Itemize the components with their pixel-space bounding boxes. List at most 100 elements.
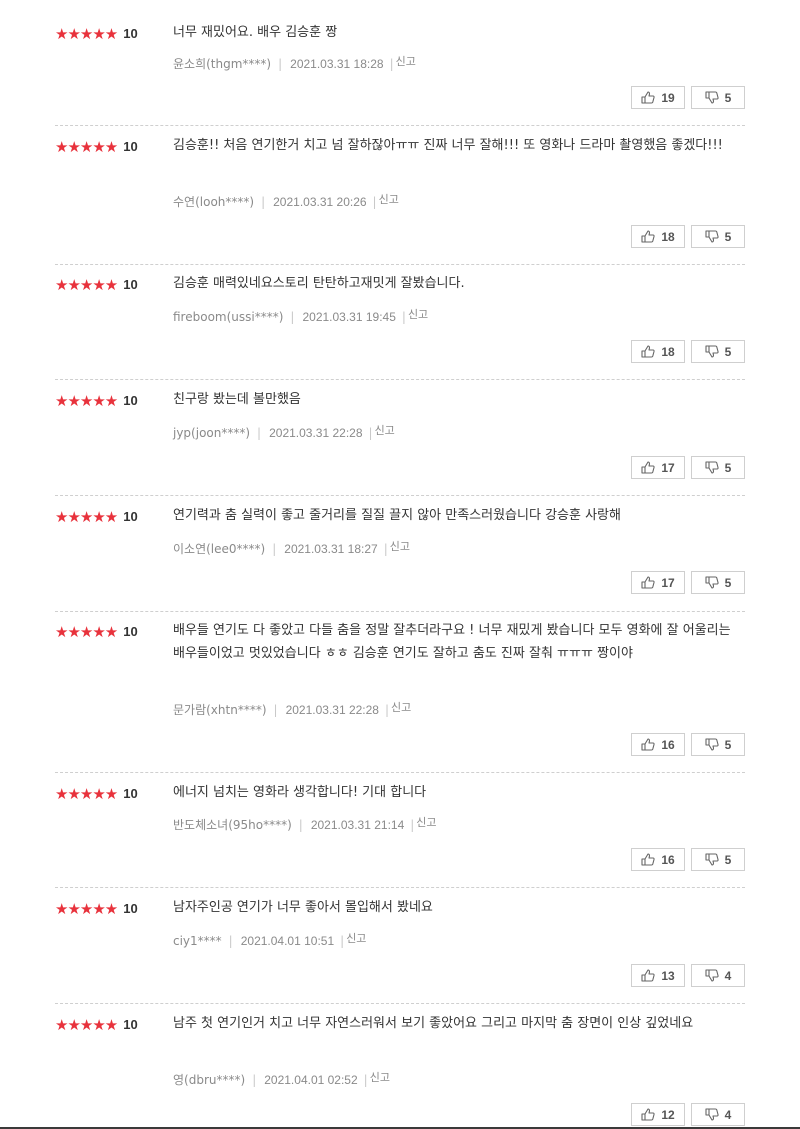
- dislike-button[interactable]: 4: [691, 1103, 745, 1126]
- rating: ★★★★★ 10: [55, 1015, 138, 1035]
- rating-score: 10: [123, 139, 138, 154]
- review-item: ★★★★★ 10 너무 재밌어요. 배우 김승훈 짱 윤소희(thgm****)…: [55, 25, 745, 110]
- dislike-button[interactable]: 5: [691, 340, 745, 363]
- thumbs-down-icon: [705, 461, 719, 474]
- meta-divider: |: [340, 934, 345, 948]
- review-meta: 이소연(lee0****) | 2021.03.31 18:27 | 신고: [173, 540, 410, 558]
- review-text: 남주 첫 연기인거 치고 너무 자연스러워서 보기 좋았어요 그리고 마지막 춤…: [173, 1016, 694, 1031]
- review-meta: 수연(looh****) | 2021.03.31 20:26 | 신고: [173, 193, 399, 211]
- dislike-button[interactable]: 5: [691, 225, 745, 248]
- vote-buttons: 18 5: [631, 225, 745, 248]
- thumbs-up-icon: [641, 461, 655, 474]
- review-text: 배우들 연기도 다 좋았고 다들 춤을 정말 잘추더라구요 ! 너무 재밌게 봤…: [173, 623, 731, 661]
- like-count: 13: [661, 968, 675, 983]
- vote-buttons: 12 4: [631, 1103, 745, 1126]
- report-link[interactable]: 신고: [370, 1071, 390, 1084]
- divider: [55, 611, 745, 612]
- like-button[interactable]: 18: [631, 340, 685, 363]
- report-link[interactable]: 신고: [408, 308, 428, 321]
- rating-score: 10: [123, 393, 138, 408]
- meta-divider: |: [384, 703, 390, 717]
- report-link[interactable]: 신고: [396, 55, 416, 68]
- meta-divider: |: [368, 426, 373, 440]
- vote-buttons: 17 5: [631, 456, 745, 479]
- review-meta: 윤소희(thgm****) | 2021.03.31 18:28 | 신고: [173, 55, 416, 73]
- divider: [55, 495, 745, 496]
- vote-buttons: 16 5: [631, 848, 745, 871]
- review-item: ★★★★★ 10 에너지 넘치는 영화라 생각합니다! 기대 합니다 반도체소녀…: [55, 785, 745, 872]
- review-item: ★★★★★ 10 남주 첫 연기인거 치고 너무 자연스러워서 보기 좋았어요 …: [55, 1016, 745, 1127]
- divider: [55, 887, 745, 888]
- vote-buttons: 19 5: [631, 86, 745, 109]
- dislike-count: 5: [724, 737, 732, 752]
- meta-divider: |: [261, 195, 266, 209]
- divider: [55, 125, 745, 126]
- review-date: 2021.04.01 10:51: [240, 934, 335, 948]
- review-date: 2021.03.31 21:14: [310, 818, 405, 832]
- like-count: 12: [661, 1107, 675, 1122]
- author-name: 문가람(xhtn****): [173, 703, 267, 717]
- review-text: 너무 재밌어요. 배우 김승훈 짱: [173, 25, 338, 40]
- dislike-count: 5: [724, 229, 732, 244]
- rating-score: 10: [123, 1017, 138, 1032]
- dislike-button[interactable]: 5: [691, 571, 745, 594]
- thumbs-down-icon: [705, 91, 719, 104]
- dislike-button[interactable]: 5: [691, 848, 745, 871]
- thumbs-up-icon: [641, 1108, 655, 1121]
- divider: [55, 264, 745, 265]
- rating-score: 10: [123, 901, 138, 916]
- rating-score: 10: [123, 277, 138, 292]
- dislike-button[interactable]: 4: [691, 964, 745, 987]
- like-button[interactable]: 16: [631, 733, 685, 756]
- report-link[interactable]: 신고: [346, 932, 366, 945]
- like-button[interactable]: 16: [631, 848, 685, 871]
- star-rating-icon: ★★★★★: [55, 1016, 118, 1034]
- review-text: 연기력과 춤 실력이 좋고 줄거리를 질질 끌지 않아 만족스러웠습니다 강승훈…: [173, 508, 621, 523]
- report-link[interactable]: 신고: [416, 816, 436, 829]
- review-date: 2021.03.31 18:28: [290, 57, 384, 71]
- review-text: 남자주인공 연기가 너무 좋아서 몰입해서 봤네요: [173, 900, 433, 915]
- thumbs-down-icon: [705, 853, 719, 866]
- like-button[interactable]: 18: [631, 225, 685, 248]
- meta-divider: |: [290, 310, 295, 324]
- like-button[interactable]: 19: [631, 86, 685, 109]
- thumbs-up-icon: [641, 969, 655, 982]
- review-item: ★★★★★ 10 연기력과 춤 실력이 좋고 줄거리를 질질 끌지 않아 만족스…: [55, 508, 745, 595]
- report-link[interactable]: 신고: [391, 701, 411, 714]
- review-item: ★★★★★ 10 남자주인공 연기가 너무 좋아서 몰입해서 봤네요 ciy1*…: [55, 900, 745, 988]
- meta-divider: |: [252, 1073, 257, 1087]
- report-link[interactable]: 신고: [390, 540, 410, 553]
- dislike-button[interactable]: 5: [691, 733, 745, 756]
- divider: [55, 379, 745, 380]
- dislike-button[interactable]: 5: [691, 456, 745, 479]
- thumbs-down-icon: [705, 969, 719, 982]
- rating-score: 10: [123, 509, 138, 524]
- like-count: 16: [661, 737, 675, 752]
- review-text: 김승훈 매력있네요스토리 탄탄하고재밋게 잘봤습니다.: [173, 276, 465, 291]
- like-button[interactable]: 17: [631, 456, 685, 479]
- thumbs-up-icon: [641, 91, 655, 104]
- author-name: 반도체소녀(95ho****): [173, 818, 292, 832]
- vote-buttons: 18 5: [631, 340, 745, 363]
- like-count: 18: [661, 344, 675, 359]
- author-name: jyp(joon****): [173, 426, 251, 440]
- dislike-button[interactable]: 5: [691, 86, 745, 109]
- like-count: 18: [661, 229, 675, 244]
- dislike-count: 4: [724, 1107, 732, 1122]
- star-rating-icon: ★★★★★: [55, 25, 118, 43]
- like-button[interactable]: 13: [631, 964, 685, 987]
- report-link[interactable]: 신고: [379, 193, 399, 206]
- like-button[interactable]: 12: [631, 1103, 685, 1126]
- rating-score: 10: [123, 624, 138, 639]
- review-meta: 영(dbru****) | 2021.04.01 02:52 | 신고: [173, 1071, 390, 1089]
- meta-divider: |: [273, 703, 278, 717]
- review-text: 에너지 넘치는 영화라 생각합니다! 기대 합니다: [173, 785, 427, 800]
- like-button[interactable]: 17: [631, 571, 685, 594]
- vote-buttons: 16 5: [631, 733, 745, 756]
- meta-divider: |: [272, 542, 277, 556]
- rating: ★★★★★ 10: [55, 784, 138, 804]
- report-link[interactable]: 신고: [375, 424, 395, 437]
- like-count: 17: [661, 575, 675, 590]
- star-rating-icon: ★★★★★: [55, 900, 118, 918]
- rating: ★★★★★ 10: [55, 275, 138, 295]
